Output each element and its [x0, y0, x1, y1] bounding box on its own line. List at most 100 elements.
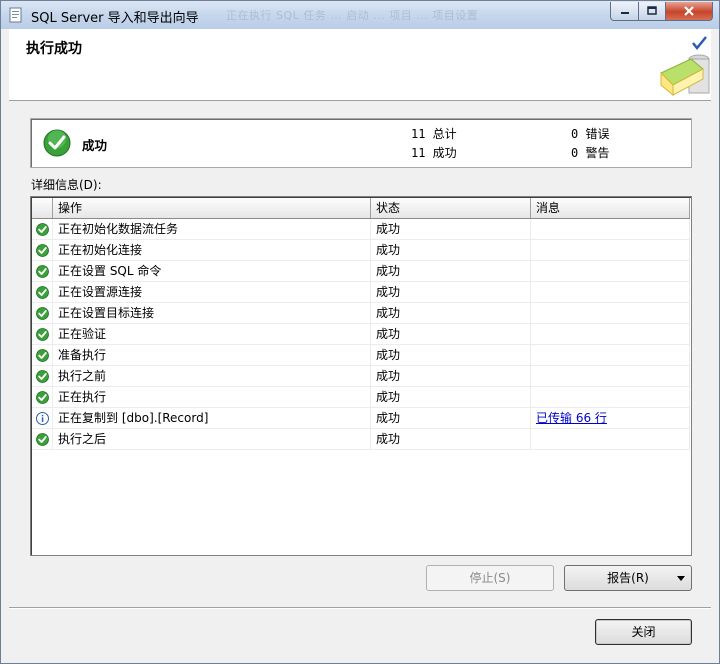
row-icon-cell — [32, 240, 53, 261]
summary-panel: 成功 11 总计 11 成功 0 错误 0 警告 — [30, 118, 692, 168]
success-check-icon — [36, 286, 49, 299]
row-icon-cell — [32, 282, 53, 303]
message-cell — [531, 303, 690, 324]
status-cell: 成功 — [371, 387, 531, 408]
status-cell: 成功 — [371, 282, 531, 303]
success-check-icon — [36, 328, 49, 341]
summary-status: 成功 — [82, 138, 108, 153]
status-cell: 成功 — [371, 303, 531, 324]
table-row[interactable]: 正在设置源连接 成功 — [32, 282, 690, 303]
dropdown-arrow-icon — [677, 576, 685, 581]
action-cell: 准备执行 — [53, 345, 371, 366]
table-row[interactable]: 执行之后 成功 — [32, 429, 690, 450]
header-icon-column[interactable] — [32, 198, 53, 218]
table-row[interactable]: 正在复制到 [dbo].[Record] 成功 已传输 66 行 — [32, 408, 690, 429]
status-cell: 成功 — [371, 261, 531, 282]
minimize-icon — [620, 12, 629, 14]
message-cell — [531, 282, 690, 303]
success-check-icon — [43, 129, 71, 157]
info-icon — [36, 412, 49, 425]
error-count: 0 错误 — [571, 127, 610, 141]
action-cell: 执行之后 — [53, 429, 371, 450]
maximize-button[interactable] — [638, 2, 666, 21]
minimize-button[interactable] — [610, 2, 639, 21]
wizard-header: 执行成功 — [9, 29, 711, 101]
message-link[interactable]: 已传输 66 行 — [536, 411, 607, 425]
row-icon-cell — [32, 303, 53, 324]
message-cell — [531, 261, 690, 282]
row-icon-cell — [32, 429, 53, 450]
stop-button[interactable]: 停止(S) — [426, 565, 554, 591]
message-cell — [531, 387, 690, 408]
total-count: 11 总计 — [411, 127, 457, 141]
table-row[interactable]: 正在验证 成功 — [32, 324, 690, 345]
table-row[interactable]: 正在设置目标连接 成功 — [32, 303, 690, 324]
report-button-label: 报告(R) — [607, 571, 649, 585]
status-cell: 成功 — [371, 324, 531, 345]
action-cell: 正在验证 — [53, 324, 371, 345]
action-cell: 正在初始化数据流任务 — [53, 219, 371, 240]
status-cell: 成功 — [371, 240, 531, 261]
message-cell — [531, 345, 690, 366]
success-check-icon — [36, 391, 49, 404]
table-row[interactable]: 正在设置 SQL 命令 成功 — [32, 261, 690, 282]
warning-count: 0 警告 — [571, 146, 610, 160]
table-row[interactable]: 准备执行 成功 — [32, 345, 690, 366]
column-header-status[interactable]: 状态 — [371, 198, 531, 218]
details-grid[interactable]: 操作 状态 消息 正在初始化数据流任务 成功 正在初始化连接 成功 正在设置 SQL 命… — [30, 196, 692, 556]
close-button[interactable]: 关闭 — [595, 619, 692, 645]
footer-divider — [9, 607, 711, 609]
message-cell — [531, 324, 690, 345]
app-icon — [9, 7, 22, 23]
action-cell: 正在初始化连接 — [53, 240, 371, 261]
title-bar[interactable]: SQL Server 导入和导出向导 正在执行 SQL 任务 ... 启动 ..… — [1, 1, 719, 29]
close-icon — [684, 6, 694, 16]
action-cell: 正在设置目标连接 — [53, 303, 371, 324]
message-cell: 已传输 66 行 — [531, 408, 690, 429]
message-cell — [531, 366, 690, 387]
success-check-icon — [36, 223, 49, 236]
column-header-message[interactable]: 消息 — [531, 198, 690, 218]
success-count: 11 成功 — [411, 146, 457, 160]
action-cell: 正在复制到 [dbo].[Record] — [53, 408, 371, 429]
page-title: 执行成功 — [26, 41, 82, 57]
table-row[interactable]: 正在初始化数据流任务 成功 — [32, 219, 690, 240]
success-check-icon — [36, 244, 49, 257]
row-icon-cell — [32, 366, 53, 387]
status-cell: 成功 — [371, 366, 531, 387]
action-cell: 执行之前 — [53, 366, 371, 387]
background-window-bleed: 正在执行 SQL 任务 ... 启动 ... 项目 ... 项目设置 — [226, 9, 479, 22]
details-label: 详细信息(D): — [31, 178, 102, 192]
row-icon-cell — [32, 324, 53, 345]
success-check-icon — [36, 370, 49, 383]
window-close-button[interactable] — [665, 2, 713, 21]
status-cell: 成功 — [371, 345, 531, 366]
table-row[interactable]: 正在初始化连接 成功 — [32, 240, 690, 261]
row-icon-cell — [32, 261, 53, 282]
report-button[interactable]: 报告(R) — [564, 565, 692, 591]
action-cell: 正在设置 SQL 命令 — [53, 261, 371, 282]
row-icon-cell — [32, 387, 53, 408]
status-cell: 成功 — [371, 429, 531, 450]
window-title: SQL Server 导入和导出向导 — [31, 11, 199, 26]
grid-header: 操作 状态 消息 — [32, 198, 690, 219]
row-icon-cell — [32, 219, 53, 240]
status-cell: 成功 — [371, 219, 531, 240]
message-cell — [531, 240, 690, 261]
status-cell: 成功 — [371, 408, 531, 429]
message-cell — [531, 429, 690, 450]
success-check-icon — [36, 265, 49, 278]
table-row[interactable]: 执行之前 成功 — [32, 366, 690, 387]
success-check-icon — [36, 307, 49, 320]
action-cell: 正在执行 — [53, 387, 371, 408]
maximize-icon — [647, 6, 657, 15]
table-row[interactable]: 正在执行 成功 — [32, 387, 690, 408]
message-cell — [531, 219, 690, 240]
column-header-action[interactable]: 操作 — [53, 198, 371, 218]
row-icon-cell — [32, 408, 53, 429]
wizard-window: SQL Server 导入和导出向导 正在执行 SQL 任务 ... 启动 ..… — [0, 0, 720, 664]
row-icon-cell — [32, 345, 53, 366]
success-check-icon — [36, 433, 49, 446]
action-cell: 正在设置源连接 — [53, 282, 371, 303]
success-check-icon — [36, 349, 49, 362]
